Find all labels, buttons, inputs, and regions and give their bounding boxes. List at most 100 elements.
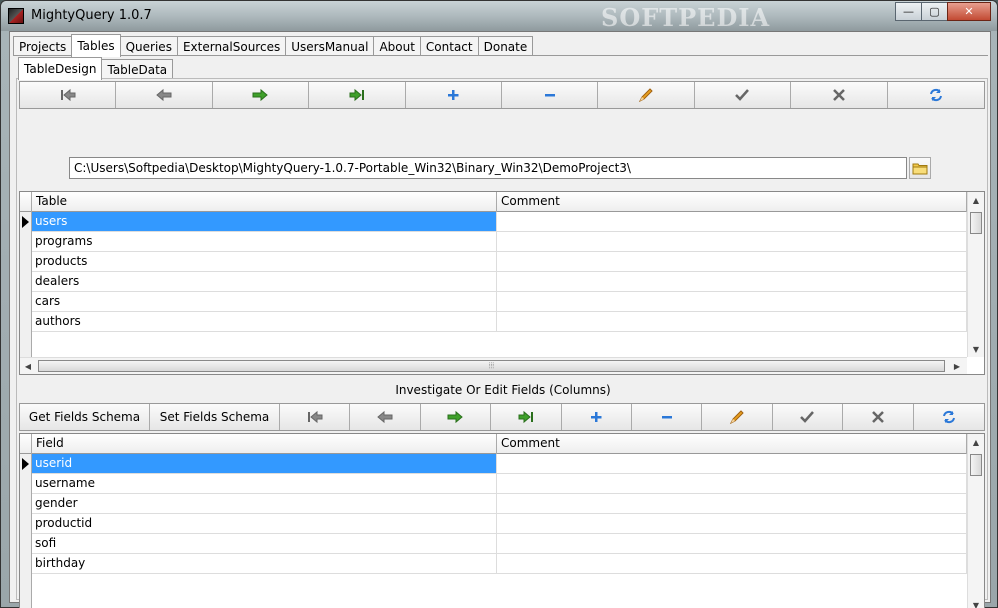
horizontal-scroll-thumb[interactable]: ⦙⦙⦙ bbox=[38, 360, 945, 372]
prior-button[interactable] bbox=[350, 404, 421, 430]
app-icon[interactable] bbox=[8, 8, 24, 24]
cell-comment[interactable] bbox=[497, 514, 967, 534]
row-indicator-column bbox=[20, 454, 32, 608]
minimize-button[interactable]: — bbox=[895, 2, 922, 21]
prior-button[interactable] bbox=[116, 82, 213, 108]
field-row[interactable]: gender bbox=[32, 494, 967, 514]
tab-usersmanual[interactable]: UsersManual bbox=[285, 36, 375, 56]
cell-name[interactable]: users bbox=[32, 212, 497, 232]
vertical-scrollbar[interactable]: ▲ ▼ bbox=[967, 192, 984, 357]
tab-tables[interactable]: Tables bbox=[71, 34, 121, 57]
cell-name[interactable]: gender bbox=[32, 494, 497, 514]
cell-name[interactable]: authors bbox=[32, 312, 497, 332]
edit-button[interactable] bbox=[702, 404, 773, 430]
table-row[interactable]: users bbox=[32, 212, 967, 232]
cell-comment[interactable] bbox=[497, 494, 967, 514]
next-button[interactable] bbox=[420, 404, 492, 430]
cell-name[interactable]: sofi bbox=[32, 534, 497, 554]
cell-comment[interactable] bbox=[497, 554, 967, 574]
table-row[interactable]: dealers bbox=[32, 272, 967, 292]
column-header-comment[interactable]: Comment bbox=[497, 434, 967, 454]
scroll-up-icon[interactable]: ▲ bbox=[968, 434, 984, 450]
column-header-field[interactable]: Field bbox=[32, 434, 497, 454]
tab-contact[interactable]: Contact bbox=[419, 36, 479, 56]
cell-name[interactable]: username bbox=[32, 474, 497, 494]
grid-corner bbox=[20, 434, 32, 454]
cell-comment[interactable] bbox=[497, 454, 967, 474]
table-row[interactable]: programs bbox=[32, 232, 967, 252]
delete-button[interactable] bbox=[631, 404, 703, 430]
cell-name[interactable]: cars bbox=[32, 292, 497, 312]
first-button[interactable] bbox=[20, 82, 117, 108]
field-row[interactable]: username bbox=[32, 474, 967, 494]
watermark: SOFTPEDIA bbox=[601, 3, 771, 32]
scroll-up-icon[interactable]: ▲ bbox=[968, 192, 984, 208]
vertical-scroll-thumb[interactable] bbox=[970, 454, 982, 476]
edit-button[interactable] bbox=[598, 82, 695, 108]
table-row[interactable]: products bbox=[32, 252, 967, 272]
tab-label: Projects bbox=[19, 39, 67, 54]
cell-comment[interactable] bbox=[497, 312, 967, 332]
vertical-scrollbar[interactable]: ▲ ▼ bbox=[967, 434, 984, 608]
last-button[interactable] bbox=[491, 404, 562, 430]
set-fields-schema-button[interactable]: Set Fields Schema bbox=[150, 404, 280, 430]
refresh-button[interactable] bbox=[887, 82, 984, 108]
field-row[interactable]: productid bbox=[32, 514, 967, 534]
field-row[interactable]: sofi bbox=[32, 534, 967, 554]
subtab-tabledesign[interactable]: TableDesign bbox=[18, 57, 103, 80]
cell-comment[interactable] bbox=[497, 232, 967, 252]
tab-externalsources[interactable]: ExternalSources bbox=[176, 36, 287, 56]
get-fields-schema-button[interactable]: Get Fields Schema bbox=[20, 404, 150, 430]
refresh-button[interactable] bbox=[913, 404, 984, 430]
edit-icon bbox=[638, 88, 653, 103]
cancel-button[interactable] bbox=[791, 82, 888, 108]
table-row[interactable]: cars bbox=[32, 292, 967, 312]
post-button[interactable] bbox=[772, 404, 844, 430]
field-row[interactable]: birthday bbox=[32, 554, 967, 574]
cell-name[interactable]: birthday bbox=[32, 554, 497, 574]
maximize-icon: ▢ bbox=[929, 5, 940, 18]
last-button[interactable] bbox=[309, 82, 406, 108]
column-header-table[interactable]: Table bbox=[32, 192, 497, 212]
close-button[interactable]: ✕ bbox=[947, 2, 991, 21]
first-button[interactable] bbox=[280, 404, 351, 430]
column-header-comment[interactable]: Comment bbox=[497, 192, 967, 212]
cell-comment[interactable] bbox=[497, 212, 967, 232]
cell-comment[interactable] bbox=[497, 272, 967, 292]
cell-name[interactable]: userid bbox=[32, 454, 497, 474]
post-button[interactable] bbox=[694, 82, 792, 108]
scroll-right-icon[interactable]: ▶ bbox=[949, 358, 965, 374]
cell-name[interactable]: programs bbox=[32, 232, 497, 252]
horizontal-scrollbar[interactable]: ◀ ⦙⦙⦙ ▶ bbox=[20, 357, 967, 374]
table-row[interactable]: authors bbox=[32, 312, 967, 332]
title-bar[interactable]: MightyQuery 1.0.7 SOFTPEDIA — ▢ ✕ bbox=[1, 1, 997, 32]
tab-projects[interactable]: Projects bbox=[13, 36, 73, 56]
delete-button[interactable] bbox=[501, 82, 599, 108]
cell-comment[interactable] bbox=[497, 474, 967, 494]
cell-comment[interactable] bbox=[497, 252, 967, 272]
scroll-down-icon[interactable]: ▼ bbox=[968, 341, 984, 357]
subtab-tabledata[interactable]: TableData bbox=[101, 59, 174, 79]
cell-name[interactable]: productid bbox=[32, 514, 497, 534]
tab-queries[interactable]: Queries bbox=[119, 36, 178, 56]
vertical-scroll-thumb[interactable] bbox=[970, 212, 982, 234]
cell-name[interactable]: products bbox=[32, 252, 497, 272]
project-path-input[interactable] bbox=[69, 157, 907, 179]
scroll-down-icon[interactable]: ▼ bbox=[968, 597, 984, 608]
tab-about[interactable]: About bbox=[373, 36, 421, 56]
cell-name[interactable]: dealers bbox=[32, 272, 497, 292]
cancel-button[interactable] bbox=[843, 404, 914, 430]
browse-folder-button[interactable] bbox=[909, 157, 931, 179]
cell-comment[interactable] bbox=[497, 534, 967, 554]
tables-grid[interactable]: Table Comment users programs products dealers… bbox=[19, 191, 985, 375]
insert-button[interactable] bbox=[561, 404, 632, 430]
tab-donate[interactable]: Donate bbox=[477, 36, 534, 56]
insert-button[interactable] bbox=[405, 82, 502, 108]
scroll-left-icon[interactable]: ◀ bbox=[20, 358, 36, 374]
fields-grid[interactable]: Field Comment userid username gender producti… bbox=[19, 433, 985, 608]
field-row[interactable]: userid bbox=[32, 454, 967, 474]
next-button[interactable] bbox=[212, 82, 310, 108]
cell-comment[interactable] bbox=[497, 292, 967, 312]
maximize-button[interactable]: ▢ bbox=[921, 2, 948, 21]
table-design-panel: TableCommentusersprogramsproductsdealers… bbox=[16, 78, 988, 608]
